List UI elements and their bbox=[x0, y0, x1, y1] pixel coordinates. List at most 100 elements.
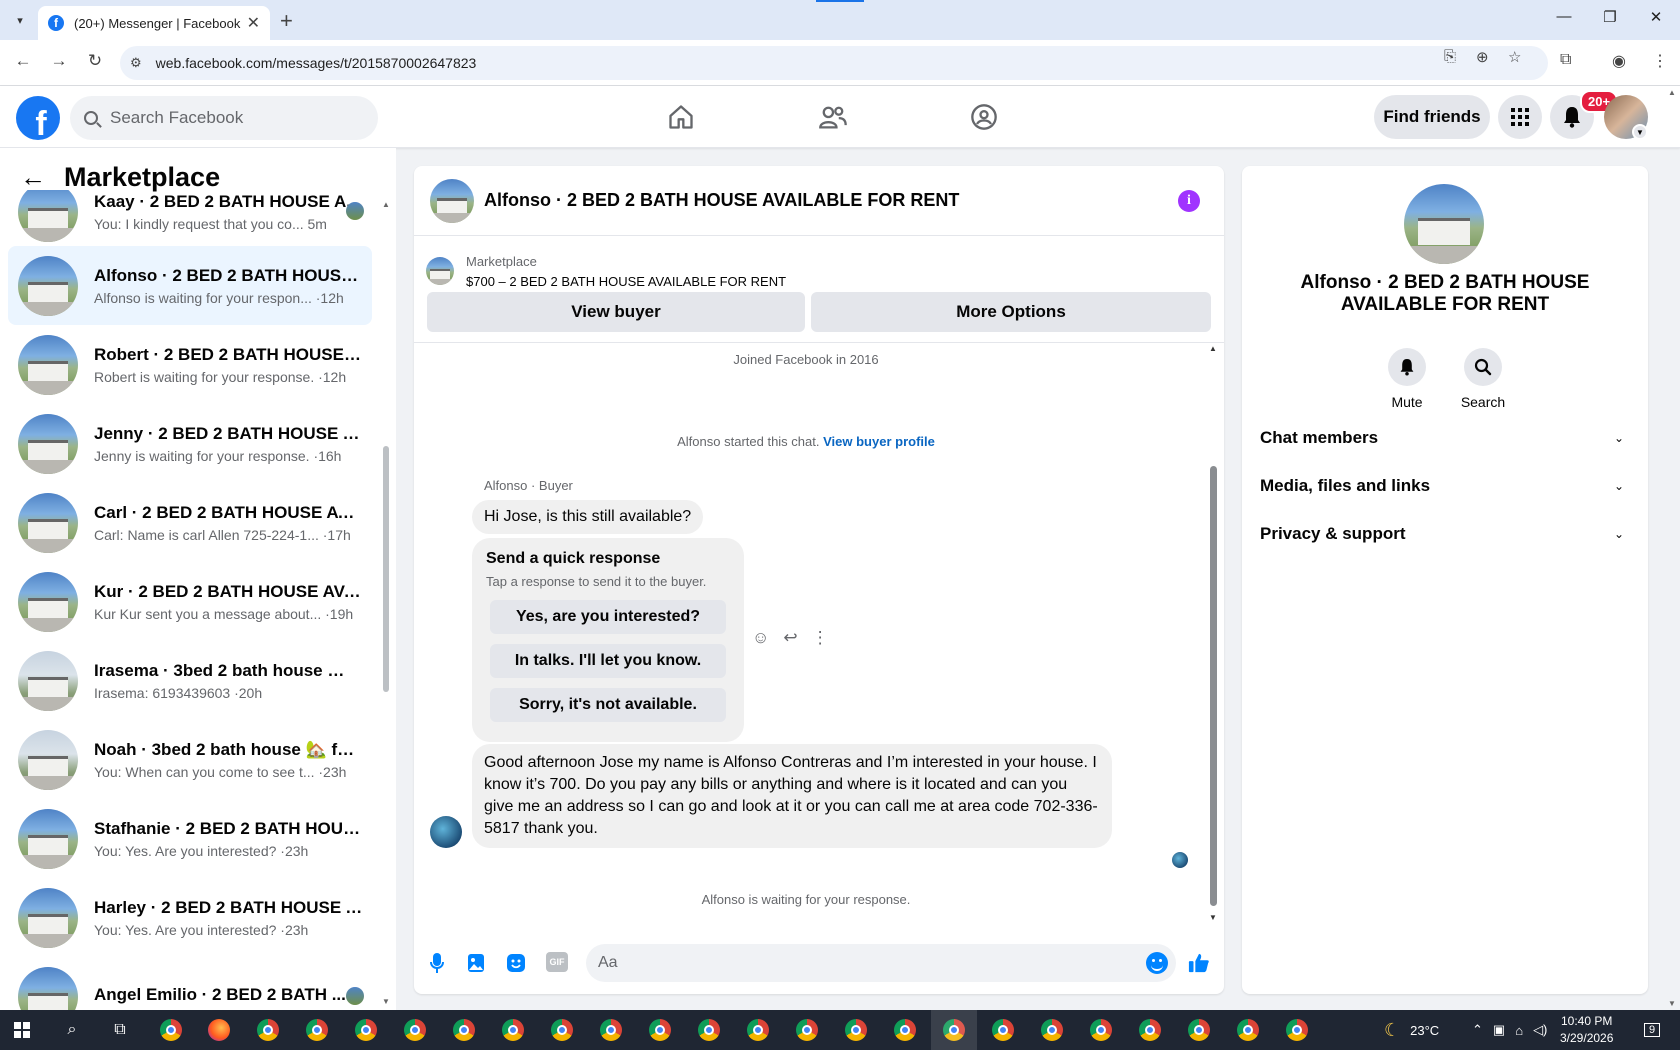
message-input-box[interactable] bbox=[586, 944, 1176, 982]
volume-icon[interactable]: ◁) bbox=[1533, 1022, 1547, 1038]
chrome-taskbar-icon[interactable] bbox=[1139, 1019, 1161, 1041]
chrome-taskbar-icon[interactable] bbox=[600, 1019, 622, 1041]
listing-profile-photo[interactable] bbox=[1404, 184, 1484, 264]
show-hidden-icons-icon[interactable]: ⌃ bbox=[1472, 1022, 1483, 1038]
chrome-taskbar-icon-active[interactable] bbox=[931, 1010, 977, 1050]
scroll-down-icon[interactable]: ▼ bbox=[1668, 999, 1676, 1008]
view-buyer-profile-link[interactable]: View buyer profile bbox=[823, 434, 935, 449]
task-view-icon[interactable]: ⧉ bbox=[108, 1018, 132, 1042]
search-icon[interactable]: ⌕ bbox=[60, 1018, 84, 1042]
bell-icon[interactable] bbox=[1388, 348, 1426, 386]
conversation-item[interactable]: Kur · 2 BED 2 BATH HOUSE AVAI... Kur Kur … bbox=[8, 562, 372, 641]
conversation-item[interactable]: Jenny · 2 BED 2 BATH HOUSE AV... Jenny is… bbox=[8, 404, 372, 483]
chrome-taskbar-icon[interactable] bbox=[1286, 1019, 1308, 1041]
conversation-item[interactable]: Robert · 2 BED 2 BATH HOUSE A... Robert i… bbox=[8, 325, 372, 404]
url-text[interactable]: web.facebook.com/messages/t/201587000264… bbox=[156, 55, 477, 71]
scroll-down-icon[interactable]: ▼ bbox=[1209, 913, 1217, 922]
zoom-icon[interactable]: ⊕ bbox=[1476, 48, 1489, 66]
chat-members-section[interactable]: Chat members ⌄ bbox=[1260, 416, 1630, 460]
close-window-button[interactable]: ✕ bbox=[1646, 8, 1666, 26]
quick-reply-button[interactable]: In talks. I'll let you know. bbox=[490, 644, 726, 678]
install-app-icon[interactable]: ⎘ bbox=[1444, 48, 1456, 65]
forward-icon[interactable]: → bbox=[48, 51, 70, 71]
privacy-support-section[interactable]: Privacy & support ⌄ bbox=[1260, 512, 1630, 556]
weather-widget[interactable]: ☾ 23°C bbox=[1384, 1010, 1439, 1050]
chrome-taskbar-icon[interactable] bbox=[1041, 1019, 1063, 1041]
new-tab-button[interactable]: + bbox=[280, 8, 293, 34]
conversation-item[interactable]: Carl · 2 BED 2 BATH HOUSE AVAI... Carl: N… bbox=[8, 483, 372, 562]
buyer-avatar[interactable] bbox=[430, 816, 462, 848]
conversation-item[interactable]: Angel Emilio · 2 BED 2 BATH ... bbox=[8, 957, 372, 1010]
scroll-up-icon[interactable]: ▲ bbox=[1668, 88, 1676, 97]
scroll-up-icon[interactable]: ▲ bbox=[1209, 344, 1217, 353]
chrome-taskbar-icon[interactable] bbox=[796, 1019, 818, 1041]
chrome-taskbar-icon[interactable] bbox=[306, 1019, 328, 1041]
facebook-search-input[interactable] bbox=[110, 108, 350, 128]
mute-action[interactable]: Mute bbox=[1372, 348, 1442, 410]
menu-grid-icon[interactable] bbox=[1498, 95, 1542, 139]
quick-reply-button[interactable]: Sorry, it's not available. bbox=[490, 688, 726, 722]
sidebar-scrollbar[interactable]: ▲ ▼ bbox=[382, 200, 390, 1010]
message-input[interactable] bbox=[598, 954, 1118, 972]
reload-icon[interactable]: ↻ bbox=[84, 51, 106, 71]
site-info-icon[interactable]: ⚙ bbox=[130, 55, 142, 71]
conversation-item[interactable]: Kaay · 2 BED 2 BATH HOUSE A... You: I kin… bbox=[8, 190, 372, 251]
restore-button[interactable]: ❐ bbox=[1600, 8, 1620, 26]
tray-device-icon[interactable]: ▣ bbox=[1493, 1022, 1505, 1038]
home-icon[interactable] bbox=[664, 100, 698, 134]
notification-center-icon[interactable]: 9 bbox=[1644, 1010, 1661, 1050]
browser-tab[interactable]: f (20+) Messenger | Facebook ✕ bbox=[38, 6, 270, 40]
network-icon[interactable]: ⌂ bbox=[1515, 1023, 1523, 1038]
search-action[interactable]: Search bbox=[1448, 348, 1518, 410]
info-icon[interactable]: i bbox=[1178, 190, 1200, 212]
scrollbar-thumb[interactable] bbox=[383, 446, 389, 692]
conversation-item[interactable]: Harley · 2 BED 2 BATH HOUSE A... You: Yes… bbox=[8, 878, 372, 957]
thumbs-up-icon[interactable] bbox=[1188, 952, 1210, 974]
chrome-taskbar-icon[interactable] bbox=[355, 1019, 377, 1041]
microphone-icon[interactable] bbox=[426, 952, 448, 974]
conversation-item-active[interactable]: Alfonso · 2 BED 2 BATH HOUSE ... Alfonso … bbox=[8, 246, 372, 325]
search-icon[interactable] bbox=[1464, 348, 1502, 386]
chrome-taskbar-icon[interactable] bbox=[453, 1019, 475, 1041]
chat-listing-avatar[interactable] bbox=[430, 178, 474, 223]
chrome-taskbar-icon[interactable] bbox=[894, 1019, 916, 1041]
chrome-taskbar-icon[interactable] bbox=[698, 1019, 720, 1041]
chrome-taskbar-icon[interactable] bbox=[992, 1019, 1014, 1041]
conversation-item[interactable]: Noah · 3bed 2 bath house 🏡 for... You: Wh… bbox=[8, 720, 372, 799]
chrome-taskbar-icon[interactable] bbox=[551, 1019, 573, 1041]
chrome-taskbar-icon[interactable] bbox=[1237, 1019, 1259, 1041]
minimize-button[interactable]: — bbox=[1554, 8, 1574, 25]
view-buyer-button[interactable]: View buyer bbox=[427, 292, 805, 332]
chrome-taskbar-icon[interactable] bbox=[404, 1019, 426, 1041]
chrome-taskbar-icon[interactable] bbox=[747, 1019, 769, 1041]
gif-icon[interactable]: GIF bbox=[546, 952, 568, 972]
react-emoji-icon[interactable]: ☺ bbox=[752, 628, 769, 648]
taskbar-clock[interactable]: 10:40 PM 3/29/2026 bbox=[1560, 1013, 1613, 1047]
extensions-icon[interactable]: ⧉ bbox=[1560, 51, 1571, 69]
bookmark-star-icon[interactable]: ☆ bbox=[1508, 48, 1521, 66]
sticker-icon[interactable] bbox=[505, 952, 527, 974]
friends-icon[interactable] bbox=[816, 100, 850, 134]
media-files-links-section[interactable]: Media, files and links ⌄ bbox=[1260, 464, 1630, 508]
photo-icon[interactable] bbox=[465, 952, 487, 974]
more-options-button[interactable]: More Options bbox=[811, 292, 1211, 332]
reply-icon[interactable]: ↩ bbox=[783, 628, 797, 648]
chrome-taskbar-icon[interactable] bbox=[160, 1019, 182, 1041]
scroll-up-icon[interactable]: ▲ bbox=[382, 200, 390, 209]
tab-search-dropdown[interactable]: ▾ bbox=[8, 8, 32, 32]
emoji-icon[interactable] bbox=[1146, 952, 1168, 974]
facebook-search-box[interactable] bbox=[70, 96, 378, 140]
back-arrow-icon[interactable]: ← bbox=[20, 162, 46, 193]
find-friends-button[interactable]: Find friends bbox=[1374, 95, 1490, 139]
chrome-taskbar-icon[interactable] bbox=[502, 1019, 524, 1041]
profile-icon[interactable]: ◉ bbox=[1612, 51, 1626, 71]
chrome-taskbar-icon[interactable] bbox=[845, 1019, 867, 1041]
account-chevron-down-icon[interactable]: ▼ bbox=[1632, 124, 1648, 140]
windows-start-icon[interactable] bbox=[14, 1022, 30, 1038]
chrome-menu-icon[interactable]: ⋮ bbox=[1652, 51, 1668, 71]
back-icon[interactable]: ← bbox=[12, 51, 34, 71]
listing-summary[interactable]: Marketplace $700 – 2 BED 2 BATH HOUSE AV… bbox=[426, 246, 1212, 296]
facebook-logo-icon[interactable]: f bbox=[16, 96, 60, 140]
chrome-taskbar-icon[interactable] bbox=[257, 1019, 279, 1041]
quick-reply-button[interactable]: Yes, are you interested? bbox=[490, 600, 726, 634]
